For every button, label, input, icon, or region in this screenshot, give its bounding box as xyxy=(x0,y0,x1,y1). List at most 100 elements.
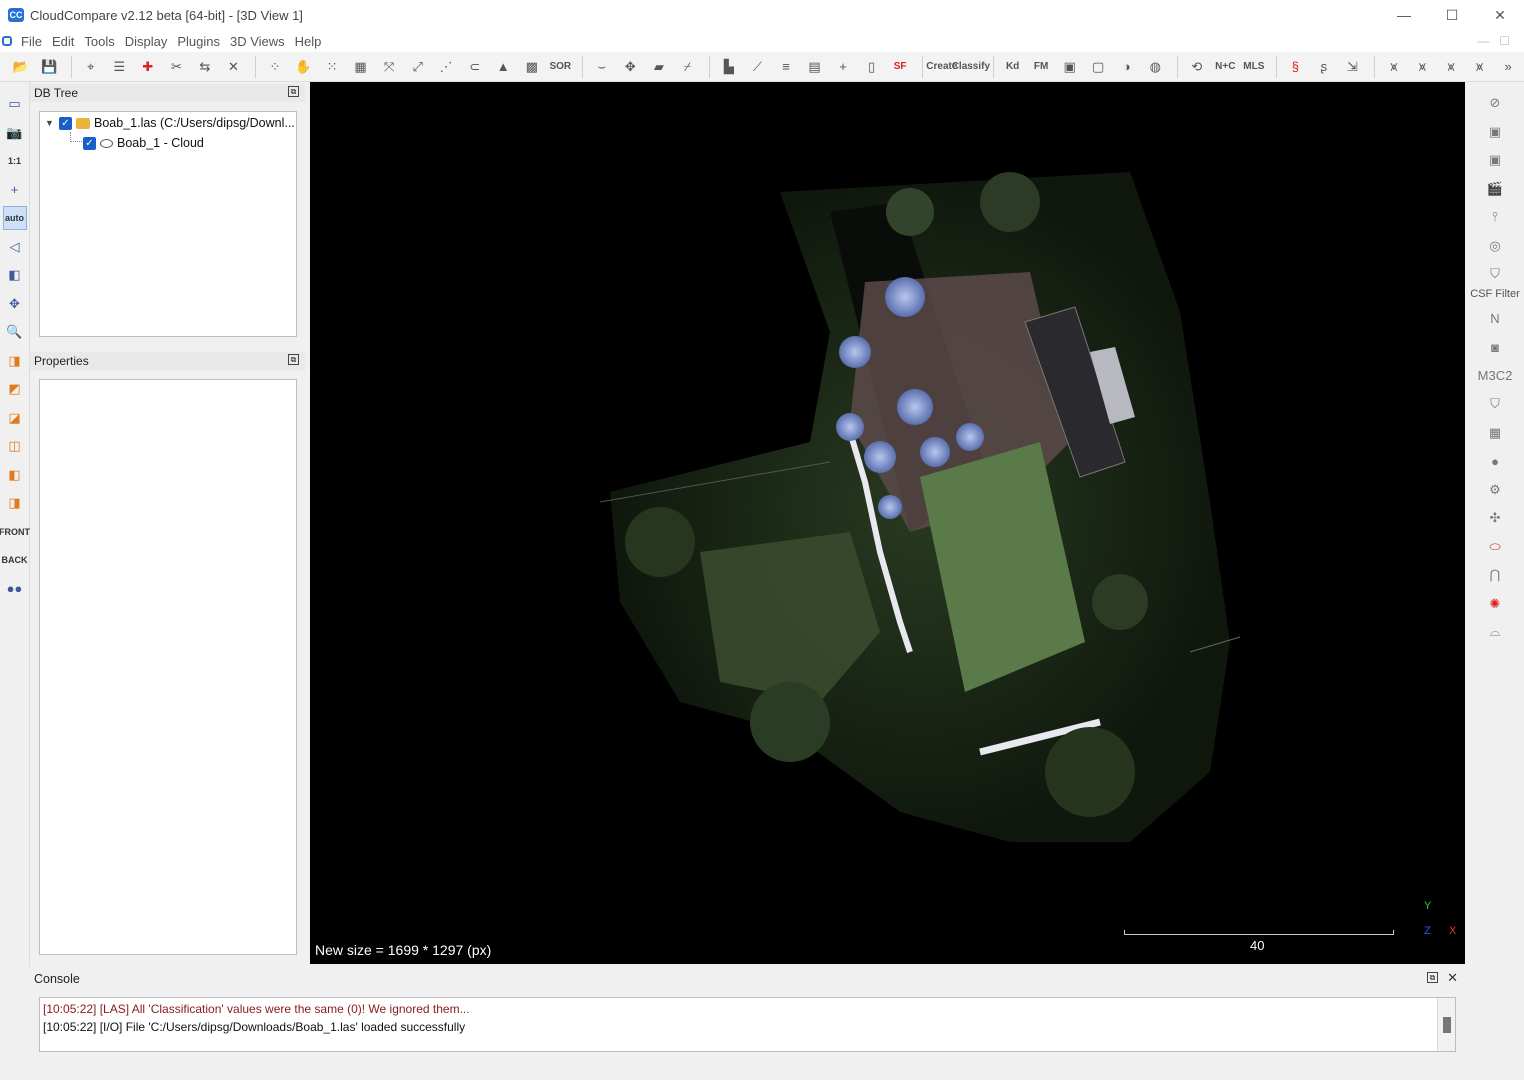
shield-icon[interactable]: ⛉ xyxy=(1484,263,1506,285)
move-view-icon[interactable]: ✥ xyxy=(3,292,27,316)
segment-icon[interactable]: ✂ xyxy=(164,54,190,80)
gear-icon[interactable]: ⚙ xyxy=(1484,479,1506,501)
image-icon[interactable]: ▢ xyxy=(1085,54,1111,80)
sphere-icon[interactable]: ◑ xyxy=(1114,54,1140,80)
bug-icon[interactable]: ✺ xyxy=(1484,593,1506,615)
minimize-button[interactable]: — xyxy=(1380,0,1428,30)
translate-rotate-icon[interactable]: ⇆ xyxy=(192,54,218,80)
cc-icon[interactable]: ⊂ xyxy=(462,54,488,80)
curvature-icon[interactable]: ⌣ xyxy=(589,54,615,80)
zoom-icon[interactable]: 🔍 xyxy=(3,320,27,344)
profile-3-icon[interactable]: ⩙ xyxy=(1438,54,1464,80)
console-scrollbar[interactable] xyxy=(1437,998,1455,1051)
sf-gradient-icon[interactable]: ▤ xyxy=(802,54,828,80)
kd-tree-button[interactable]: Kd xyxy=(1000,54,1026,80)
normals-icon[interactable]: ⟲ xyxy=(1184,54,1210,80)
camera-icon[interactable]: 📷 xyxy=(3,121,27,145)
float-panel-icon[interactable]: ⧉ xyxy=(1427,972,1438,983)
forbidden-icon[interactable]: ⊘ xyxy=(1484,92,1506,114)
sample-points-icon[interactable]: ⁘ xyxy=(262,54,288,80)
align-icon[interactable]: ⤢ xyxy=(405,54,431,80)
menu-3d-views[interactable]: 3D Views xyxy=(225,34,290,49)
s-curve-icon[interactable]: ʂ xyxy=(1311,54,1337,80)
pin-icon[interactable]: ⫯ xyxy=(1484,206,1506,228)
plugin-image-icon[interactable]: ▣ xyxy=(1484,121,1506,143)
3d-view[interactable]: New size = 1699 * 1297 (px) 40 Y Z X xyxy=(310,82,1465,964)
scrollbar-thumb[interactable] xyxy=(1443,1017,1451,1033)
zoom-1to1-button[interactable]: 1:1 xyxy=(3,149,27,173)
mdi-minimize-button[interactable]: — xyxy=(1477,34,1489,48)
canupo-classify-button[interactable]: Classify xyxy=(952,54,990,80)
mesh-icon[interactable]: ▲ xyxy=(490,54,516,80)
merge-icon[interactable]: ▦ xyxy=(348,54,374,80)
remove-sf-icon[interactable]: ▯ xyxy=(859,54,885,80)
menu-display[interactable]: Display xyxy=(120,34,173,49)
export-cloud-icon[interactable]: ⇲ xyxy=(1340,54,1366,80)
plane-icon[interactable]: ▰ xyxy=(646,54,672,80)
add-point-icon[interactable]: ✚ xyxy=(135,54,161,80)
fm-button[interactable]: FM xyxy=(1028,54,1054,80)
stereo-icon[interactable]: ●● xyxy=(3,577,27,601)
checker-icon[interactable]: ▩ xyxy=(519,54,545,80)
maximize-button[interactable]: ☐ xyxy=(1428,0,1476,30)
csf-filter-label[interactable]: CSF Filter xyxy=(1470,288,1520,300)
expand-arrow-icon[interactable]: ▼ xyxy=(45,118,55,128)
menu-edit[interactable]: Edit xyxy=(47,34,79,49)
ellipse-icon[interactable]: ⬭ xyxy=(1484,536,1506,558)
profile-2-icon[interactable]: ⩙ xyxy=(1410,54,1436,80)
iso-front-button[interactable]: FRONT xyxy=(0,520,30,544)
menu-plugins[interactable]: Plugins xyxy=(172,34,225,49)
tree-item-cloud[interactable]: ✓ Boab_1 - Cloud xyxy=(83,134,204,152)
perspective-icon[interactable]: ◁ xyxy=(3,235,27,259)
close-icon[interactable]: ✕ xyxy=(1447,970,1458,986)
section-icon[interactable]: § xyxy=(1283,54,1309,80)
right-view-icon[interactable]: ◧ xyxy=(3,463,27,487)
bottom-view-icon[interactable]: ◨ xyxy=(3,491,27,515)
point-picking-icon[interactable]: ⌖ xyxy=(78,54,104,80)
graph-icon[interactable]: ⟋ xyxy=(745,54,771,80)
plugin-image-2-icon[interactable]: ▣ xyxy=(1484,149,1506,171)
point-list-icon[interactable]: ☰ xyxy=(107,54,133,80)
menu-file[interactable]: File xyxy=(16,34,47,49)
menu-help[interactable]: Help xyxy=(290,34,327,49)
texture-icon[interactable]: ▦ xyxy=(1484,422,1506,444)
open-icon[interactable]: 📂 xyxy=(8,54,34,80)
clapper-icon[interactable]: 🎬 xyxy=(1484,178,1506,200)
iso-back-button[interactable]: BACK xyxy=(2,548,28,572)
delete-icon[interactable]: ✕ xyxy=(221,54,247,80)
m3c2-button[interactable]: M3C2 xyxy=(1478,365,1513,387)
left-view-icon[interactable]: ◪ xyxy=(3,406,27,430)
sphere-icon[interactable]: ● xyxy=(1484,450,1506,472)
terrain-icon[interactable]: ⌓ xyxy=(1484,621,1506,643)
mls-button[interactable]: MLS xyxy=(1241,54,1267,80)
back-view-icon[interactable]: ◫ xyxy=(3,434,27,458)
hand-icon[interactable]: ✋ xyxy=(291,54,317,80)
sf-color-button[interactable]: SF xyxy=(887,54,913,80)
cut-icon[interactable]: ⌿ xyxy=(675,54,701,80)
north-arrow-button[interactable]: N xyxy=(1484,308,1506,330)
front-view-icon[interactable]: ◩ xyxy=(3,377,27,401)
histogram-icon[interactable]: ▙ xyxy=(716,54,742,80)
sf-arith-icon[interactable]: ≡ xyxy=(773,54,799,80)
move-icon[interactable]: ✥ xyxy=(618,54,644,80)
save-icon[interactable]: 💾 xyxy=(37,54,63,80)
float-panel-icon[interactable]: ⧉ xyxy=(288,86,299,97)
profile-1-icon[interactable]: ⩙ xyxy=(1381,54,1407,80)
register-icon[interactable]: ⤧ xyxy=(376,54,402,80)
profile-4-icon[interactable]: ⩙ xyxy=(1467,54,1493,80)
add-sf-icon[interactable]: + xyxy=(830,54,856,80)
float-panel-icon[interactable]: ⧉ xyxy=(288,354,299,365)
toolbar-overflow-icon[interactable]: » xyxy=(1495,54,1521,80)
globe-icon[interactable]: ◍ xyxy=(1143,54,1169,80)
export-icon[interactable]: ▣ xyxy=(1057,54,1083,80)
distance-icon[interactable]: ⋰ xyxy=(433,54,459,80)
nc-button[interactable]: N+C xyxy=(1213,54,1239,80)
sor-filter-button[interactable]: SOR xyxy=(548,54,574,80)
puzzle-icon[interactable]: ✣ xyxy=(1484,507,1506,529)
mdi-restore-button[interactable]: ☐ xyxy=(1499,34,1510,48)
shield-2-icon[interactable]: ⛉ xyxy=(1484,393,1506,415)
auto-pivot-button[interactable]: auto xyxy=(2,206,27,230)
visibility-checkbox[interactable]: ✓ xyxy=(83,136,96,150)
close-window-button[interactable]: ✕ xyxy=(1476,0,1524,30)
robot-icon[interactable]: ◙ xyxy=(1484,336,1506,358)
